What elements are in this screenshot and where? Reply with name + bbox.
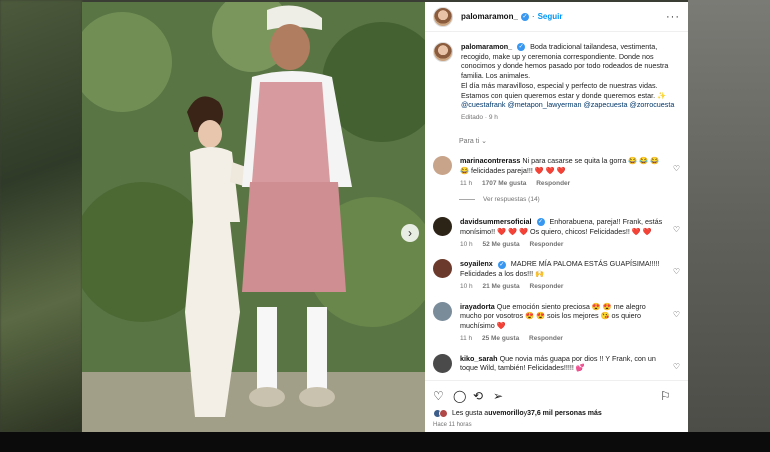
comment-item: irayadorta Que emoción siento preciosa 😍… xyxy=(433,301,680,344)
comment-bubble-icon[interactable]: ◯ xyxy=(453,389,473,403)
like-comment-icon[interactable]: ♡ xyxy=(673,225,680,236)
comment-time: 11 h xyxy=(460,179,473,187)
verified-badge-icon: ✓ xyxy=(520,12,529,21)
post-sidebar: palomaramon_ ✓ · Seguir ··· palomaramon_… xyxy=(425,2,688,432)
comment-likes[interactable]: 21 Me gusta xyxy=(482,283,519,290)
likes-count[interactable]: 37,6 mil personas más xyxy=(527,410,602,417)
reply-button[interactable]: Responder xyxy=(530,241,564,248)
caption-text-2: El día más maravilloso, especial y perfe… xyxy=(461,80,667,100)
reply-button[interactable]: Responder xyxy=(529,335,563,342)
verified-badge-icon: ✓ xyxy=(517,43,526,52)
background-bottom xyxy=(0,432,770,452)
verified-badge-icon: ✓ xyxy=(536,218,545,227)
separator-dot: · xyxy=(531,12,535,21)
commenter-avatar[interactable] xyxy=(433,217,452,237)
view-replies-label: Ver respuestas (14) xyxy=(483,196,540,204)
like-comment-icon[interactable]: ♡ xyxy=(673,267,680,278)
background-right xyxy=(688,0,770,432)
comment-item: soyailenx ✓ MADRE MÍA PALOMA ESTÁS GUAPÍ… xyxy=(433,259,680,291)
commenter-username[interactable]: marinacontrerass xyxy=(460,156,520,165)
comment-likes[interactable]: 25 Me gusta xyxy=(482,335,519,342)
next-photo-button[interactable]: › xyxy=(401,224,419,242)
caption-username[interactable]: palomaramon_ xyxy=(461,42,512,51)
post-modal: › palomaramon_ ✓ · Seguir ··· palomaramo… xyxy=(82,2,688,432)
likes-prefix: Les gusta a xyxy=(452,410,489,417)
comment-time: 11 h xyxy=(460,334,473,342)
comment-time: 10 h xyxy=(460,240,473,248)
comment-item: kiko_sarah Que novia más guapa por dios … xyxy=(433,353,680,373)
post-photo[interactable]: › xyxy=(82,2,425,432)
caption-avatar[interactable] xyxy=(433,42,453,62)
author-username[interactable]: palomaramon_ xyxy=(461,12,518,21)
like-heart-icon[interactable]: ♡ xyxy=(433,389,453,403)
comment-likes[interactable]: 52 Me gusta xyxy=(482,241,519,248)
likes-summary: Les gusta a uvemorillo y 37,6 mil person… xyxy=(433,409,680,418)
background-left xyxy=(0,0,82,432)
comment-time: 10 h xyxy=(460,282,473,290)
follow-button[interactable]: Seguir xyxy=(538,12,563,21)
post-timestamp: Hace 11 horas xyxy=(433,422,472,428)
commenter-username[interactable]: soyailenx xyxy=(460,259,493,268)
commenter-avatar[interactable] xyxy=(433,353,452,373)
commenter-avatar[interactable] xyxy=(433,301,452,321)
reply-button[interactable]: Responder xyxy=(536,180,570,187)
author-avatar[interactable] xyxy=(433,6,453,27)
comment-likes[interactable]: 1707 Me gusta xyxy=(482,180,526,187)
comment-sort-dropdown[interactable]: Para ti ⌄ xyxy=(459,137,680,146)
share-send-icon[interactable]: ➢ xyxy=(493,389,513,403)
comment-item: davidsummersoficial ✓ Enhorabuena, parej… xyxy=(433,217,680,249)
wedding-photo-illustration xyxy=(82,2,425,432)
post-header: palomaramon_ ✓ · Seguir ··· xyxy=(425,2,688,32)
verified-badge-icon: ✓ xyxy=(497,260,506,269)
commenter-username[interactable]: kiko_sarah xyxy=(460,354,498,363)
reply-button[interactable]: Responder xyxy=(530,283,564,290)
like-comment-icon[interactable]: ♡ xyxy=(673,362,680,373)
commenter-username[interactable]: irayadorta xyxy=(460,302,495,311)
comments-scroll-area[interactable]: palomaramon_ ✓ Boda tradicional tailande… xyxy=(425,32,688,380)
repost-icon[interactable]: ⟲ xyxy=(473,389,493,403)
edited-label: Editado · 9 h xyxy=(461,114,498,122)
view-replies-button[interactable]: Ver respuestas (14) xyxy=(459,196,680,205)
commenter-username[interactable]: davidsummersoficial xyxy=(460,217,532,226)
action-bar: ♡ ◯ ⟲ ➢ ⚐ xyxy=(433,387,680,405)
save-bookmark-icon[interactable]: ⚐ xyxy=(660,389,680,403)
like-comment-icon[interactable]: ♡ xyxy=(673,310,680,321)
likes-user[interactable]: uvemorillo xyxy=(488,410,523,417)
more-options-icon[interactable]: ··· xyxy=(666,11,680,23)
comment-item: marinacontrerass Ni para casarse se quit… xyxy=(433,156,680,188)
like-comment-icon[interactable]: ♡ xyxy=(673,164,680,175)
commenter-avatar[interactable] xyxy=(433,259,452,279)
commenter-avatar[interactable] xyxy=(433,156,452,176)
post-footer: ♡ ◯ ⟲ ➢ ⚐ Les gusta a uvemorillo y 37,6 … xyxy=(425,380,688,432)
liker-avatar xyxy=(439,409,448,418)
post-caption: palomaramon_ ✓ Boda tradicional tailande… xyxy=(433,42,680,123)
caption-tags[interactable]: @cuestafrank @metapon_lawyerman @zapecue… xyxy=(461,100,674,109)
